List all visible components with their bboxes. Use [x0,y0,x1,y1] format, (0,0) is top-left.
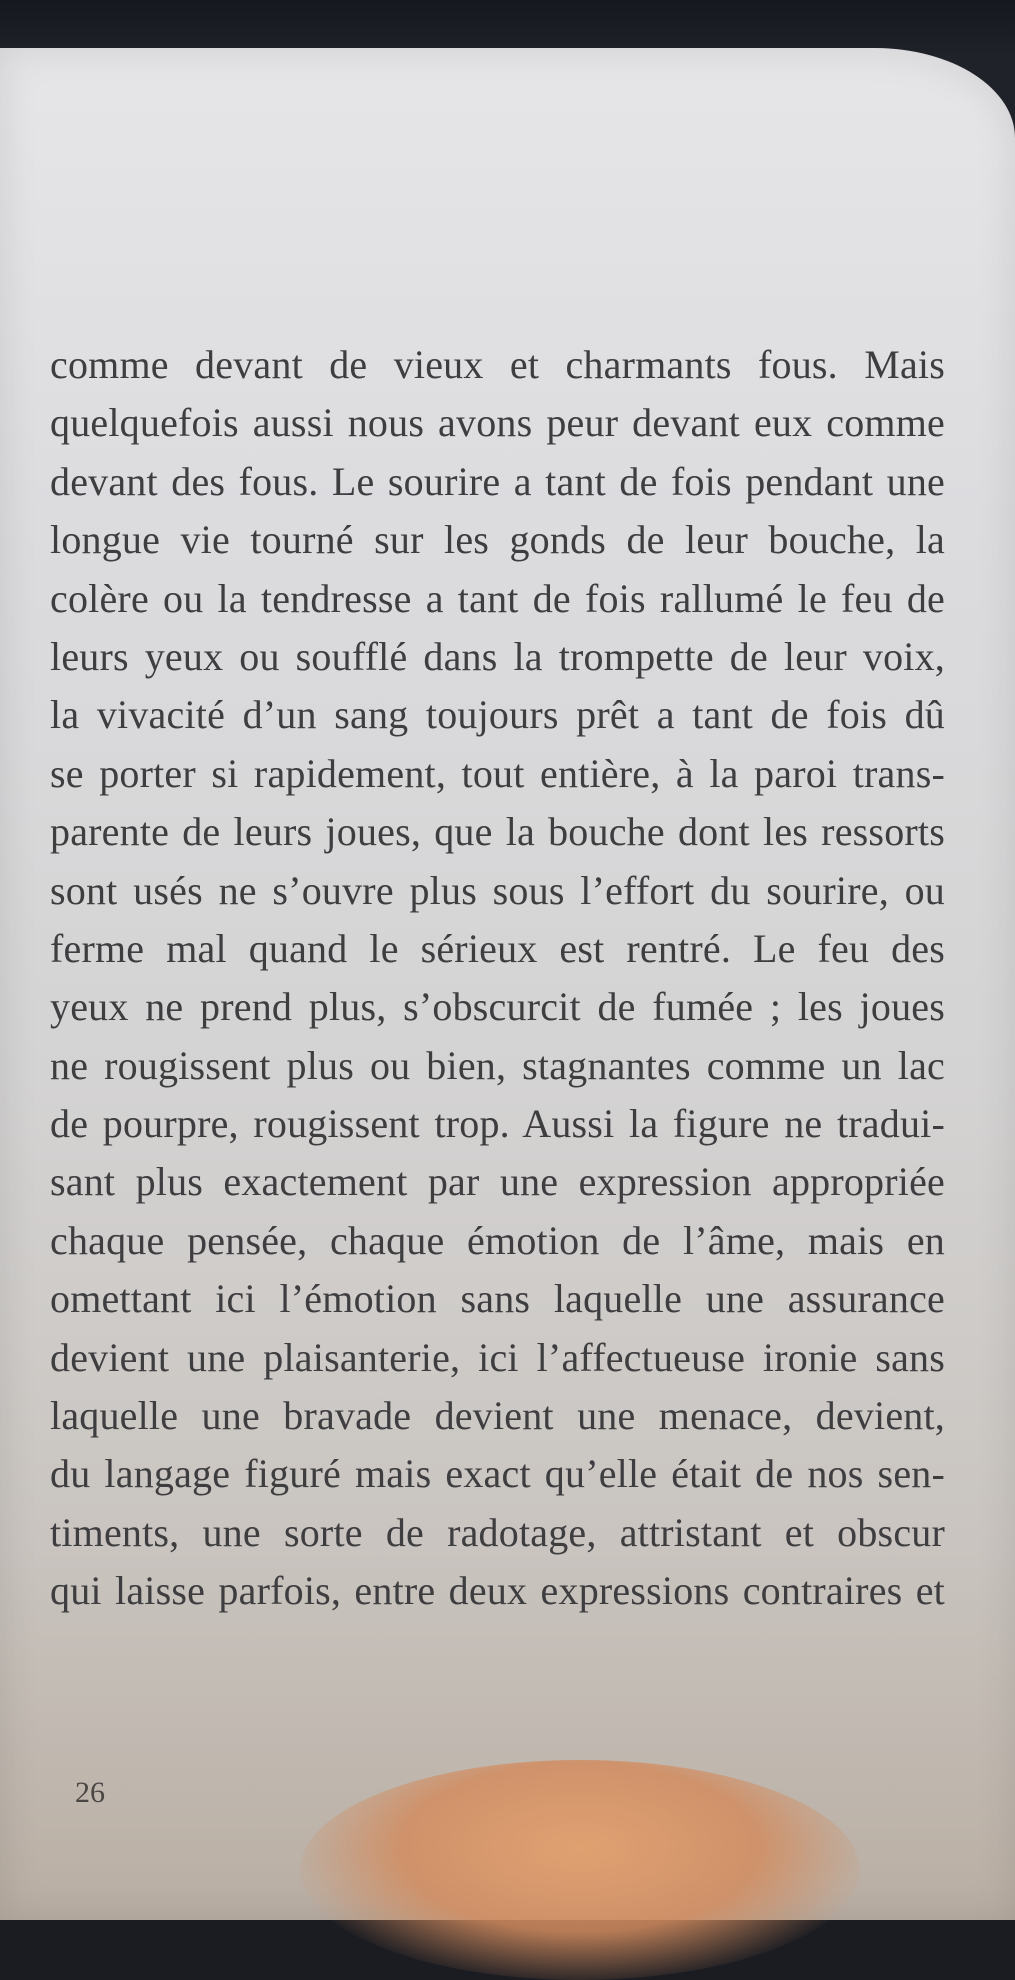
text-line: du langage figuré mais exact qu’elle éta… [50,1451,945,1497]
text-line: devient une plaisanterie, ici l’affectue… [50,1334,945,1380]
text-line: omettant ici l’émotion sans laquelle une… [50,1276,945,1322]
text-line: yeux ne prend plus, s’obscurcit de fumée… [50,984,945,1030]
text-line: la vivacité d’un sang toujours prêt a ta… [50,692,945,738]
text-line: quelquefois aussi nous avons peur devant… [50,400,945,446]
text-line: longue vie tourné sur les gonds de leur … [50,517,945,563]
text-line: leurs yeux ou soufflé dans la trompette … [50,633,945,679]
text-line: qui laisse parfois, entre deux expressio… [50,1568,945,1614]
body-text: comme devant de vieux et charmants fous.… [50,336,945,1621]
text-line: de pourpre, rougissent trop. Aussi la fi… [50,1101,945,1147]
text-line: sont usés ne s’ouvre plus sous l’effort … [50,867,945,913]
text-line: sant plus exactement par une expression … [50,1159,945,1205]
text-line: ne rougissent plus ou bien, stagnantes c… [50,1042,945,1088]
text-line: se porter si rapidement, tout entière, à… [50,750,945,796]
text-line: laquelle une bravade devient une menace,… [50,1393,945,1439]
book-page: comme devant de vieux et charmants fous.… [0,48,1015,1920]
page-number: 26 [75,1776,105,1809]
text-line: chaque pensée, chaque émotion de l’âme, … [50,1217,945,1263]
text-line: ferme mal quand le sérieux est rentré. L… [50,925,945,971]
text-line: parente de leurs joues, que la bouche do… [50,809,945,855]
text-line: devant des fous. Le sourire a tant de fo… [50,458,945,504]
text-line: comme devant de vieux et charmants fous.… [50,342,945,387]
text-line: colère ou la tendresse a tant de fois ra… [50,575,945,621]
text-line: timents, une sorte de radotage, attrista… [50,1509,945,1555]
finger [300,1760,860,1980]
